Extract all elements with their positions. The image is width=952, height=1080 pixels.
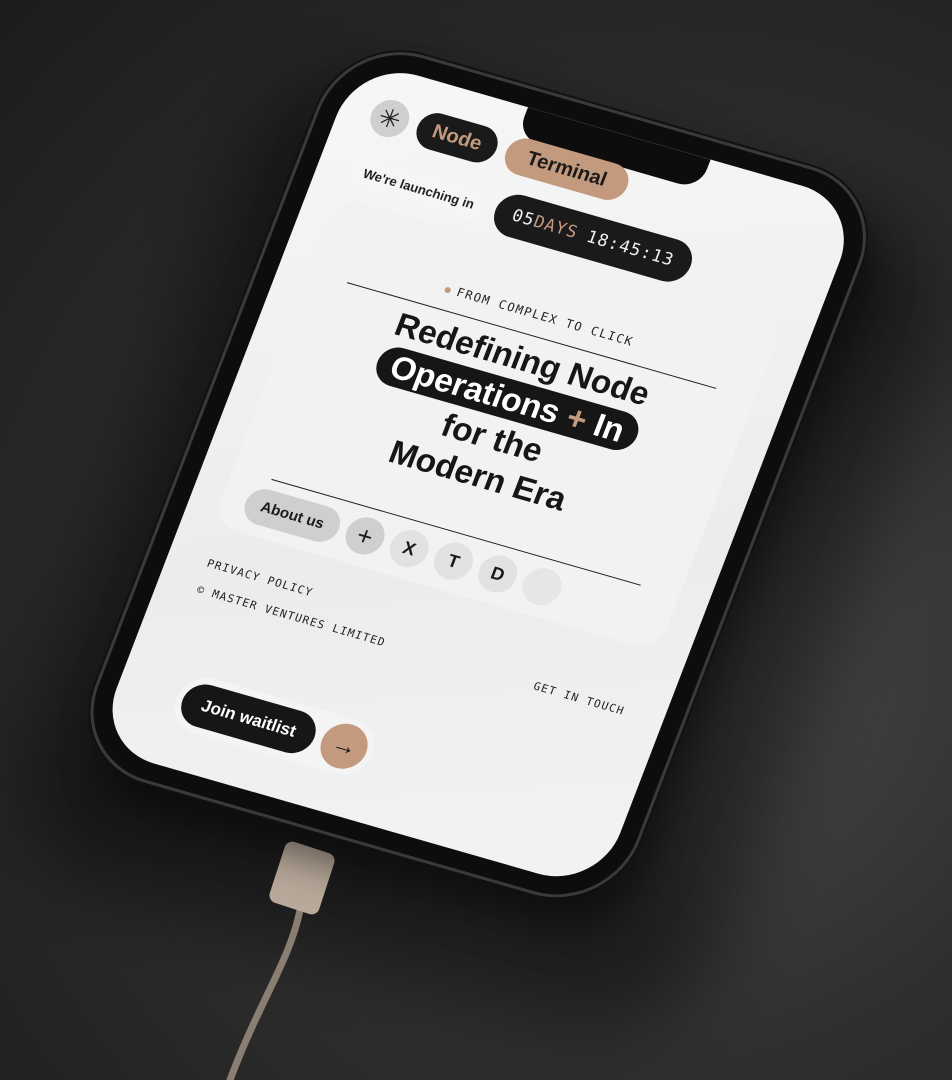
countdown-days-unit: DAYS xyxy=(530,211,581,244)
node-button[interactable]: Node xyxy=(410,108,504,167)
arrow-right-icon[interactable]: → xyxy=(313,718,375,775)
about-us-button[interactable]: About us xyxy=(239,484,346,546)
discord-social-button[interactable]: D xyxy=(472,550,523,597)
join-waitlist-button[interactable]: Join waitlist xyxy=(174,679,323,759)
countdown-time: 18:45:13 xyxy=(583,227,677,271)
asterisk-icon[interactable]: ✳ xyxy=(364,95,415,142)
waitlist-cta: Join waitlist → xyxy=(166,671,383,782)
plus-icon[interactable]: + xyxy=(339,512,391,559)
empty-circle-button xyxy=(516,563,568,610)
x-social-button[interactable]: X xyxy=(384,525,435,572)
phone-mockup: ✳ Node Terminal We're launching in 05DAY… xyxy=(18,0,943,961)
accent-dot xyxy=(444,286,453,294)
telegram-social-button[interactable]: T xyxy=(428,538,479,585)
get-in-touch-link[interactable]: GET IN TOUCH xyxy=(532,680,627,718)
